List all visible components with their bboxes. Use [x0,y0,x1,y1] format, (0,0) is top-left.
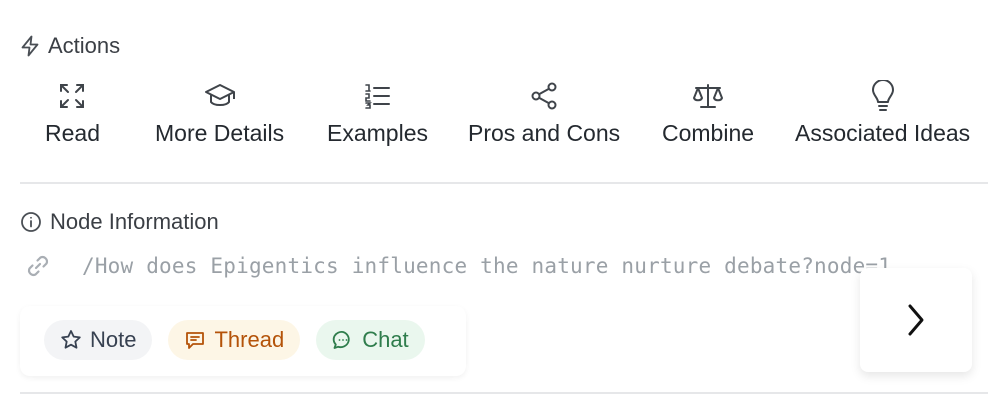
chat-chip[interactable]: Chat [316,320,425,360]
node-path-row: /How does Epigentics influence the natur… [24,252,891,280]
actions-toolbar: Read More Details Examples Pros and Cons… [0,80,992,160]
note-chip[interactable]: Note [44,320,153,360]
scale-icon [693,84,724,108]
message-square-text-icon [186,332,205,349]
node-info-header: Node Information [20,209,219,235]
graduation-cap-icon [204,84,235,106]
next-button[interactable] [860,268,972,372]
node-chip-group: Note Thread Chat [44,320,425,360]
lightning-icon [21,35,39,57]
node-info-title: Node Information [50,209,219,234]
info-icon [21,212,41,232]
action-pros-and-cons-button[interactable]: Pros and Cons [468,80,620,147]
action-more-details-label: More Details [155,120,285,146]
actions-title: Actions [48,33,121,58]
thread-chip-label: Thread [214,327,285,352]
action-read-button[interactable]: Read [45,80,100,147]
note-chip-label: Note [90,327,137,352]
section-divider [20,182,988,184]
chevron-right-icon [908,304,924,336]
action-more-details-button[interactable]: More Details [155,80,284,147]
action-combine-button[interactable]: Combine [662,80,754,147]
action-associated-ideas-label: Associated Ideas [795,120,971,146]
action-pros-and-cons-label: Pros and Cons [468,120,621,146]
list-ordered-icon [365,84,391,109]
action-read-label: Read [45,120,100,146]
chat-chip-label: Chat [362,327,409,352]
bottom-divider [20,392,988,394]
node-panel: Actions Read More Details Examples Pros … [0,0,992,406]
action-examples-label: Examples [327,120,428,146]
share-nodes-icon [531,82,557,110]
expand-icon [60,84,85,108]
action-examples-button[interactable]: Examples [327,80,428,147]
lightbulb-icon [871,80,894,111]
action-associated-ideas-button[interactable]: Associated Ideas [795,80,970,147]
link-icon [27,255,49,277]
thread-chip[interactable]: Thread [168,320,301,360]
node-path: /How does Epigentics influence the natur… [82,254,892,278]
star-icon [61,330,81,349]
chat-bubble-icon [332,331,350,349]
actions-header: Actions [20,33,120,59]
action-combine-label: Combine [662,120,755,146]
